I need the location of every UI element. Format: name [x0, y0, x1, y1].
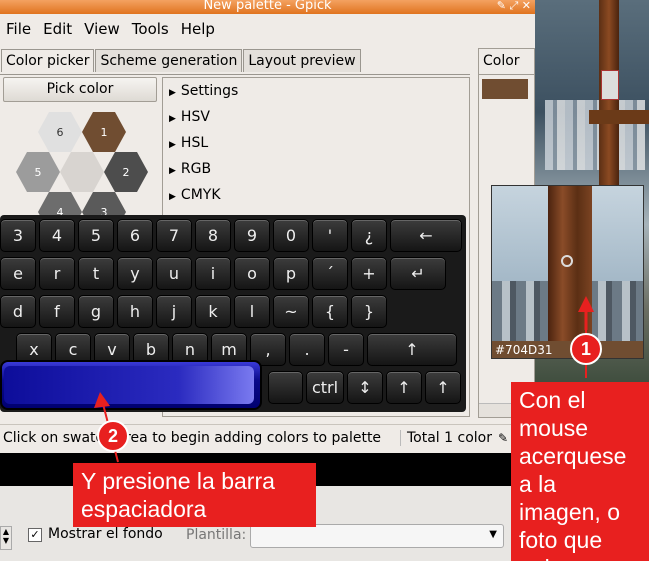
value-stepper[interactable]: ▲ ▼ [0, 526, 12, 550]
step-badge-1: 1 [570, 333, 602, 365]
key-row3-0[interactable]: d [0, 295, 36, 328]
key-row1-6[interactable]: 9 [234, 219, 270, 252]
key-row4-9[interactable]: ↑ [367, 333, 457, 366]
palette-color-swatch[interactable] [482, 79, 528, 99]
key-row4-8[interactable]: - [328, 333, 364, 366]
key-blank[interactable] [268, 371, 303, 404]
key-row3-7[interactable]: ~ [273, 295, 309, 328]
main-tabs: Color picker Scheme generation Layout pr… [1, 49, 362, 72]
key-row1-9[interactable]: ¿ [351, 219, 387, 252]
menu-tools[interactable]: Tools [126, 20, 175, 38]
key-row4-7[interactable]: . [289, 333, 325, 366]
key-row1-0[interactable]: 3 [0, 219, 36, 252]
window-controls[interactable]: ✎ ⤢ ✕ [497, 0, 531, 12]
pick-color-button[interactable]: Pick color [3, 77, 157, 102]
key-row3-4[interactable]: j [156, 295, 192, 328]
title-bar: New palette - Gpick ✎ ⤢ ✕ [0, 0, 535, 14]
key-row2-7[interactable]: p [273, 257, 309, 290]
tab-color-picker[interactable]: Color picker [1, 49, 95, 72]
color-hexagon-grid: 615243 [0, 104, 160, 232]
expand-arrow-icon: ▶ [169, 192, 176, 202]
key-row2-4[interactable]: u [156, 257, 192, 290]
key-row2-8[interactable]: ´ [312, 257, 348, 290]
status-bar: Click on swatch area to begin adding col… [0, 424, 535, 450]
expand-arrow-icon: ▶ [169, 88, 176, 98]
key-row3-5[interactable]: k [195, 295, 231, 328]
window-title: New palette - Gpick [203, 0, 332, 13]
eyedropper-icon[interactable]: ✎ [498, 431, 508, 445]
tree-item-hsv[interactable]: ▶ HSV [163, 104, 469, 130]
key-row2-0[interactable]: e [0, 257, 36, 290]
status-hint: Click on swatch area to begin adding col… [3, 429, 382, 446]
template-combo[interactable]: ▼ [250, 524, 504, 548]
show-background-label: Mostrar el fondo [48, 526, 163, 542]
key-row3-1[interactable]: f [39, 295, 75, 328]
key-row1-8[interactable]: ' [312, 219, 348, 252]
step-badge-2: 2 [97, 420, 129, 452]
chevron-down-icon: ▼ [489, 529, 497, 540]
show-background-checkbox[interactable]: ✓ [28, 528, 42, 542]
key-row2-2[interactable]: t [78, 257, 114, 290]
key-row5-up-a[interactable]: ↑ [386, 371, 422, 404]
key-row5-updown[interactable]: ↕ [347, 371, 383, 404]
tree-item-hsl[interactable]: ▶ HSL [163, 130, 469, 156]
callout-spacebar-instruction: Y presione la barra espaciadora [73, 463, 316, 527]
expand-arrow-icon: ▶ [169, 140, 176, 150]
template-label: Plantilla: [186, 527, 247, 543]
on-screen-keyboard: 3 4 5 6 7 8 9 0 ' ¿ ← e r t y u i o p ´ + ↵ d f g h j k l ~{} x c v b n m,.… [0, 215, 466, 412]
key-row3-8[interactable]: { [312, 295, 348, 328]
key-row1-10[interactable]: ← [390, 219, 462, 252]
status-total: Total 1 color [400, 429, 492, 446]
menu-file[interactable]: File [0, 20, 37, 38]
photo-pole [599, 0, 619, 200]
menu-bar: File Edit View Tools Help [0, 16, 535, 42]
key-row1-7[interactable]: 0 [273, 219, 309, 252]
key-row2-10[interactable]: ↵ [390, 257, 446, 290]
key-row1-4[interactable]: 7 [156, 219, 192, 252]
key-row3-2[interactable]: g [78, 295, 114, 328]
tree-item-rgb[interactable]: ▶ RGB [163, 156, 469, 182]
key-row3-3[interactable]: h [117, 295, 153, 328]
key-row1-2[interactable]: 5 [78, 219, 114, 252]
photo-sign [601, 70, 619, 100]
key-row2-1[interactable]: r [39, 257, 75, 290]
expand-arrow-icon: ▶ [169, 166, 176, 176]
tab-layout-preview[interactable]: Layout preview [243, 49, 361, 72]
key-row1-5[interactable]: 8 [195, 219, 231, 252]
key-row1-3[interactable]: 6 [117, 219, 153, 252]
key-row1-1[interactable]: 4 [39, 219, 75, 252]
menu-help[interactable]: Help [175, 20, 221, 38]
tree-item-cmyk[interactable]: ▶ CMYK [163, 182, 469, 208]
key-row2-6[interactable]: o [234, 257, 270, 290]
key-row5-up-b[interactable]: ↑ [425, 371, 461, 404]
callout-mouse-instruction: Con el mouse acerquese a la imagen, o fo… [511, 382, 649, 561]
key-ctrl[interactable]: ctrl [306, 371, 344, 404]
key-row2-5[interactable]: i [195, 257, 231, 290]
zoom-magnifier: #704D31 [491, 185, 644, 359]
magnifier-hex-label: #704D31 [492, 341, 643, 358]
tab-scheme-generation[interactable]: Scheme generation [95, 49, 243, 72]
crosshair-ring-icon [561, 255, 573, 267]
key-row3-9[interactable]: } [351, 295, 387, 328]
expand-arrow-icon: ▶ [169, 114, 176, 124]
menu-edit[interactable]: Edit [37, 20, 78, 38]
spacebar-key[interactable] [0, 360, 262, 410]
palette-column-header[interactable]: Color [479, 49, 534, 75]
menu-view[interactable]: View [78, 20, 126, 38]
tree-item-settings[interactable]: ▶ Settings [163, 78, 469, 104]
key-row3-6[interactable]: l [234, 295, 270, 328]
tab-divider [0, 74, 470, 75]
key-row2-9[interactable]: + [351, 257, 387, 290]
photo-crossbeam [589, 110, 649, 124]
key-row2-3[interactable]: y [117, 257, 153, 290]
